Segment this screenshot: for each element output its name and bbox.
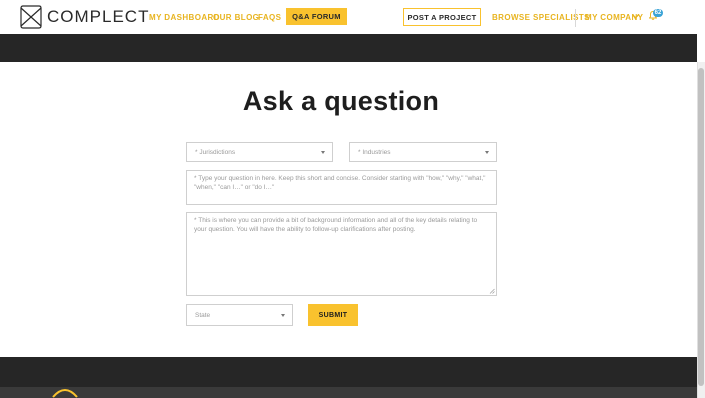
hero-band [0,34,697,62]
complect-logo[interactable]: COMPLECT [20,5,149,29]
caret-down-icon [485,151,489,154]
footer-logo-icon [52,384,78,398]
site-header: COMPLECT MY DASHBOARD OUR BLOG FAQS Q&A … [0,0,705,34]
industries-label: * Industries [358,148,391,156]
details-textarea[interactable]: * This is where you can provide a bit of… [186,212,497,296]
footer-bottom-strip [0,387,697,398]
page-title: Ask a question [242,86,440,116]
question-placeholder: * Type your question in here. Keep this … [194,175,486,191]
site-footer [0,357,697,387]
notification-badge: 62 [653,9,663,17]
resize-handle-icon[interactable] [489,288,495,294]
viewport: COMPLECT MY DASHBOARD OUR BLOG FAQS Q&A … [0,0,705,398]
logo-text: COMPLECT [47,7,150,26]
qa-forum-button[interactable]: Q&A FORUM [286,8,347,25]
nav-our-blog[interactable]: OUR BLOG [213,13,259,22]
caret-down-icon [281,314,285,317]
chevron-down-icon[interactable] [632,14,639,19]
nav-my-dashboard[interactable]: MY DASHBOARD [149,13,220,22]
caret-down-icon [321,151,325,154]
jurisdictions-label: * Jurisdictions [195,148,236,156]
scrollbar-thumb[interactable] [698,68,704,386]
state-select[interactable]: State [186,304,293,326]
post-project-button[interactable]: POST A PROJECT [403,8,481,26]
industries-select[interactable]: * Industries [349,142,497,162]
nav-faqs[interactable]: FAQS [258,13,281,22]
complect-logo-icon [20,5,42,29]
header-divider [575,9,576,27]
submit-button[interactable]: SUBMIT [308,304,358,326]
question-textarea[interactable]: * Type your question in here. Keep this … [186,170,497,205]
state-label: State [195,311,211,319]
jurisdictions-select[interactable]: * Jurisdictions [186,142,333,162]
details-placeholder: * This is where you can provide a bit of… [194,217,478,233]
